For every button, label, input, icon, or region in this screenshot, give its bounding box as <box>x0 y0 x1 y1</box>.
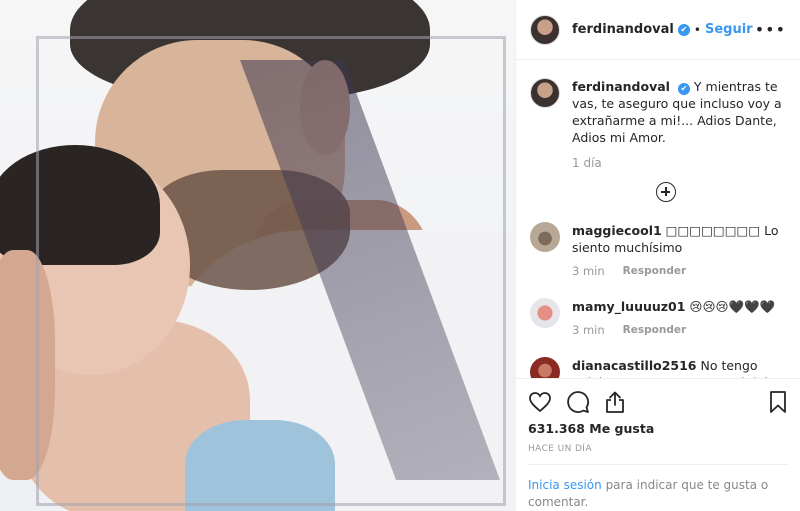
avatar[interactable] <box>530 357 560 378</box>
comment-time[interactable]: 3 min <box>572 264 605 278</box>
reply-button[interactable]: Responder <box>623 265 686 277</box>
bookmark-icon[interactable] <box>768 390 788 414</box>
caption: ferdinandoval ✔ Y mientras te vas, te as… <box>530 78 786 146</box>
more-options-icon[interactable]: ••• <box>755 20 786 39</box>
follow-button[interactable]: Seguir <box>705 22 753 37</box>
list-item: mamy_luuuuz01 😢😢😢🖤🖤🖤 3 min Responder <box>530 298 786 337</box>
instagram-post: ferdinandoval ✔ • Seguir ••• ferdinandov… <box>0 0 800 511</box>
list-item: dianacastillo2516 No tengo palabras para… <box>530 357 786 378</box>
login-link[interactable]: Inicia sesión <box>528 478 602 492</box>
reply-button[interactable]: Responder <box>623 324 686 336</box>
caption-text-block: ferdinandoval ✔ Y mientras te vas, te as… <box>572 78 786 146</box>
header-username[interactable]: ferdinandoval <box>572 22 674 37</box>
comment-username[interactable]: mamy_luuuuz01 <box>572 299 685 314</box>
avatar[interactable] <box>530 222 560 252</box>
comment-username[interactable]: maggiecool1 <box>572 223 662 238</box>
post-actions: 631.368 Me gusta HACE UN DÍA Inicia sesi… <box>516 378 800 511</box>
comment-text-block: mamy_luuuuz01 😢😢😢🖤🖤🖤 <box>572 298 775 315</box>
load-more-comments-icon[interactable] <box>656 182 676 202</box>
share-icon[interactable] <box>604 390 626 414</box>
photo-frame <box>36 36 506 506</box>
avatar[interactable] <box>530 14 560 45</box>
comment-text-block: maggiecool1 □□□□□□□□ Lo siento muchísimo <box>572 222 786 256</box>
comment-icon[interactable] <box>566 390 590 414</box>
post-photo[interactable] <box>0 0 515 511</box>
verified-icon: ✔ <box>677 83 690 95</box>
avatar[interactable] <box>530 78 560 108</box>
comment-username[interactable]: dianacastillo2516 <box>572 358 697 373</box>
comment-meta: 3 min Responder <box>572 323 775 337</box>
likes-count[interactable]: 631.368 Me gusta <box>528 421 788 436</box>
list-item: maggiecool1 □□□□□□□□ Lo siento muchísimo… <box>530 222 786 278</box>
comments-list[interactable]: ferdinandoval ✔ Y mientras te vas, te as… <box>516 60 800 378</box>
comment-text-block: dianacastillo2516 No tengo palabras para… <box>572 357 786 378</box>
avatar[interactable] <box>530 298 560 328</box>
post-side-panel: ferdinandoval ✔ • Seguir ••• ferdinandov… <box>515 0 800 511</box>
login-prompt: Inicia sesión para indicar que te gusta … <box>528 464 788 511</box>
comment-meta: 3 min Responder <box>572 264 786 278</box>
action-bar <box>528 387 788 417</box>
post-date[interactable]: HACE UN DÍA <box>528 444 788 454</box>
comment-time[interactable]: 3 min <box>572 323 605 337</box>
heart-icon[interactable] <box>528 391 552 413</box>
post-header: ferdinandoval ✔ • Seguir ••• <box>516 0 800 60</box>
comment-text: 😢😢😢🖤🖤🖤 <box>689 299 776 314</box>
caption-time[interactable]: 1 día <box>572 156 786 170</box>
separator-dot: • <box>693 22 701 37</box>
verified-icon: ✔ <box>677 23 690 36</box>
caption-username[interactable]: ferdinandoval <box>572 79 670 94</box>
